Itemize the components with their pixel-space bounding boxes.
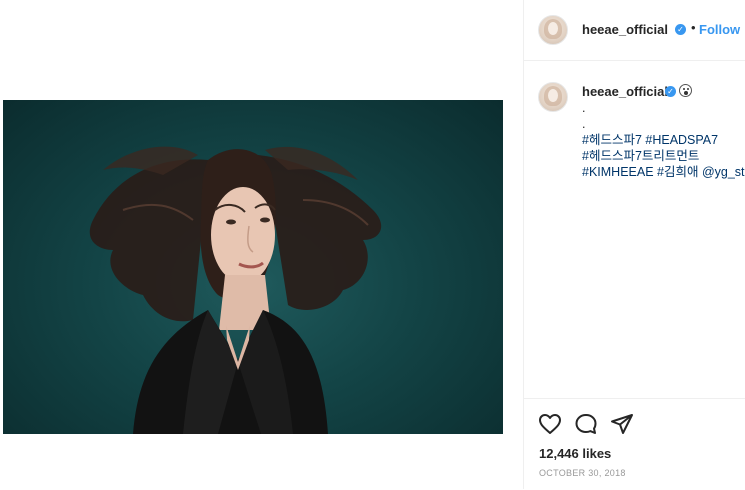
- caption-hashtags[interactable]: #KIMHEEAE #김희애 @yg_stage: [582, 164, 745, 180]
- caption-text: . . #헤드스파7 #HEADSPA7 #헤드스파7트리트먼트 #KIMHEE…: [582, 100, 745, 180]
- follow-button[interactable]: Follow: [699, 22, 740, 37]
- post-sidebar: heeae_official ✓ • Follow heeae_official…: [523, 0, 745, 489]
- surprised-face-emoji-icon: [679, 84, 692, 97]
- caption-hashtags[interactable]: #헤드스파7 #HEADSPA7: [582, 132, 745, 148]
- verified-badge-icon: ✓: [675, 24, 686, 35]
- post-actions: 12,446 likes OCTOBER 30, 2018: [524, 398, 745, 490]
- paper-plane-icon[interactable]: [610, 413, 634, 440]
- caption-hashtags[interactable]: #헤드스파7트리트먼트: [582, 148, 745, 164]
- header-username[interactable]: heeae_official: [582, 22, 668, 37]
- post-photo[interactable]: [3, 100, 503, 434]
- portrait-photo: [89, 146, 382, 434]
- caption-line: .: [582, 117, 586, 131]
- avatar[interactable]: [538, 15, 568, 45]
- post-header: heeae_official ✓ • Follow: [524, 0, 745, 61]
- post-date[interactable]: OCTOBER 30, 2018: [539, 468, 626, 478]
- comment-bubble-icon[interactable]: [574, 413, 598, 440]
- heart-icon[interactable]: [538, 413, 562, 440]
- caption-username[interactable]: heeae_official: [582, 84, 668, 99]
- media-pane: [0, 0, 523, 489]
- separator-dot: •: [691, 20, 696, 35]
- likes-count[interactable]: 12,446 likes: [539, 446, 611, 461]
- verified-badge-icon: ✓: [665, 86, 676, 97]
- caption-line: .: [582, 101, 586, 115]
- comment-avatar[interactable]: [538, 82, 568, 112]
